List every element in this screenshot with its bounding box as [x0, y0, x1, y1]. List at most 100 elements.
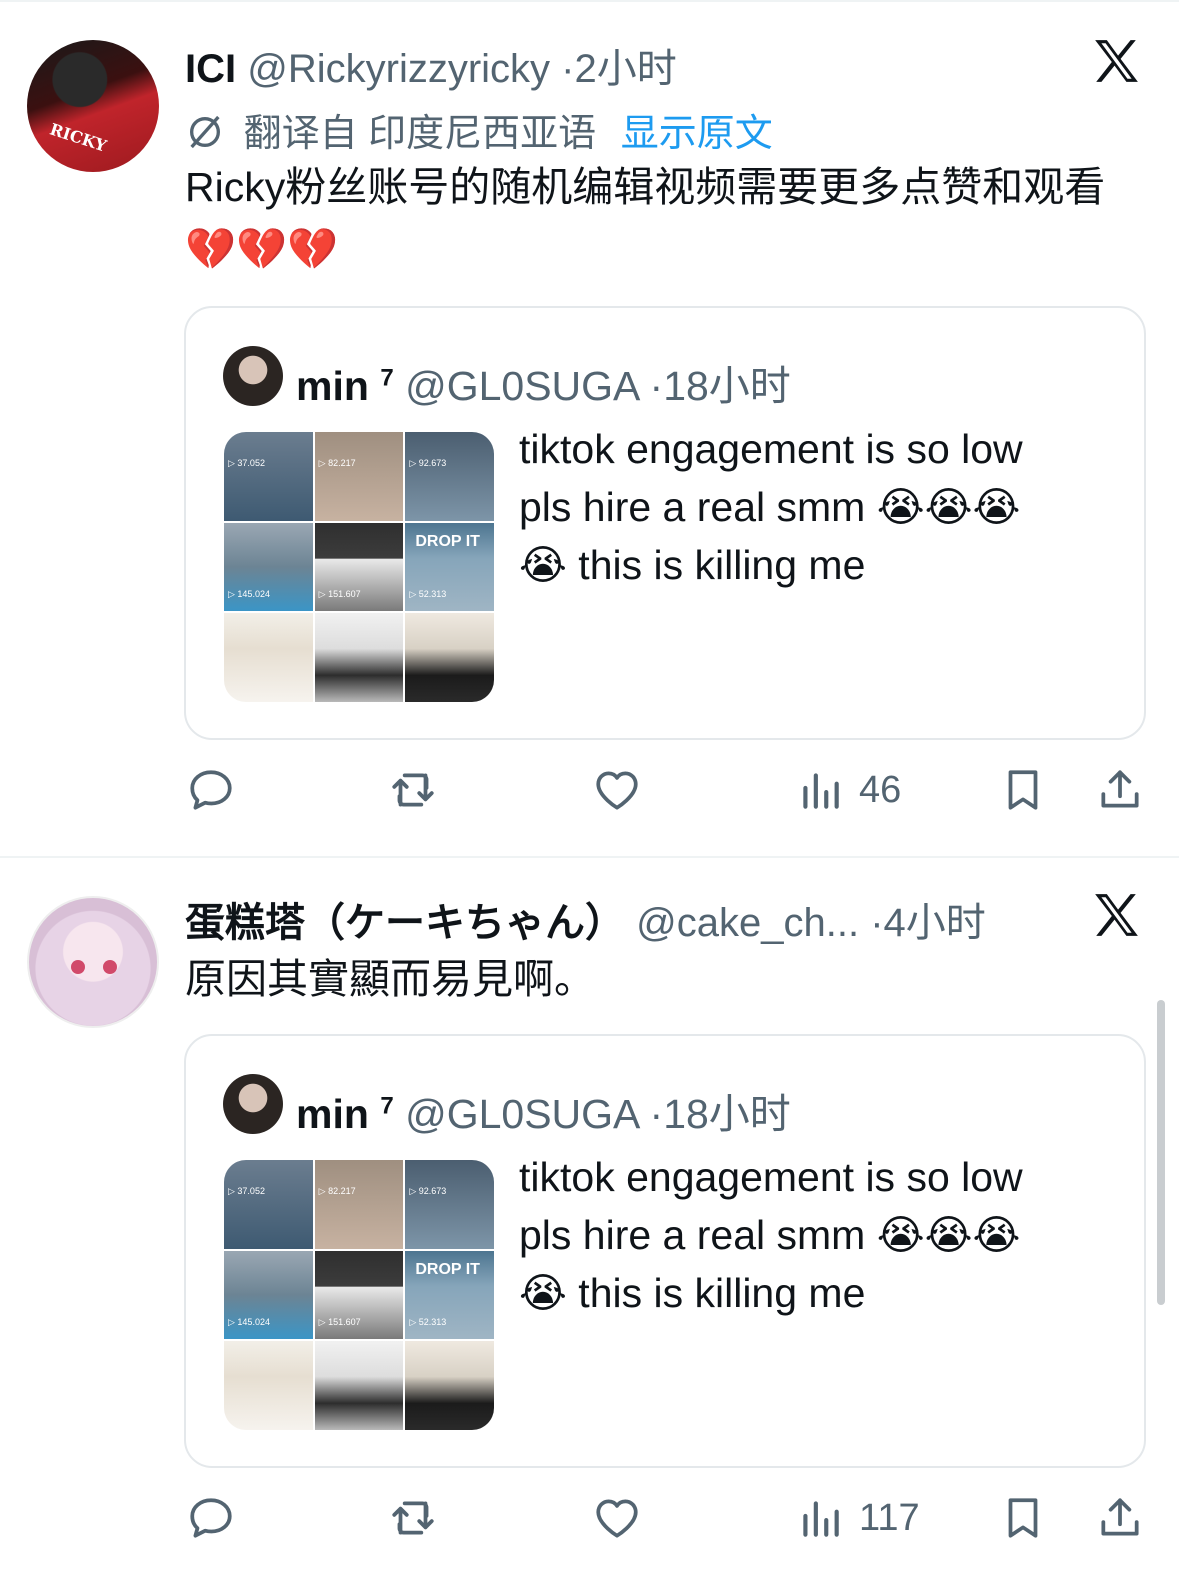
view-count: ▷ 82.217: [318, 1186, 356, 1196]
share-button[interactable]: [1095, 1488, 1145, 1548]
heart-icon: [596, 1499, 638, 1538]
action-bar: 117: [0, 1488, 1179, 1548]
quoted-handle[interactable]: @GL0SUGA: [405, 363, 638, 409]
avatar-eye: [103, 960, 117, 974]
timestamp[interactable]: 4小时: [884, 901, 986, 945]
separator-dot: ·: [649, 363, 664, 409]
views-count: 46: [859, 768, 902, 811]
reply-button[interactable]: [186, 1488, 236, 1548]
avatar-jersey-text: RICKY: [47, 119, 109, 156]
thumbnail-cell: [224, 1341, 313, 1430]
quoted-display-name[interactable]: min: [296, 363, 369, 409]
retweet-button[interactable]: [388, 1488, 438, 1548]
quoted-superscript: 7: [380, 364, 394, 392]
bookmark-icon: [1008, 770, 1038, 810]
quoted-handle[interactable]: @GL0SUGA: [405, 1091, 638, 1137]
quoted-text-line: tiktok engagement is so low: [519, 426, 1023, 472]
views-count: 117: [859, 1496, 920, 1539]
like-button[interactable]: [592, 1488, 642, 1548]
timestamp[interactable]: 2小时: [575, 47, 677, 91]
view-count: ▷ 92.673: [409, 458, 447, 468]
thumbnail-cell: ▷ 151.607: [314, 1250, 404, 1340]
thumbnail-cell: ▷ 37.052: [224, 432, 313, 521]
quoted-text-line: pls hire a real smm 😭😭😭: [519, 484, 1021, 530]
quoted-tweet[interactable]: min 7 @GL0SUGA ·18小时 ▷ 37.052 ▷ 82.217 ▷…: [184, 1034, 1146, 1468]
view-count: ▷ 145.024: [228, 1316, 270, 1327]
view-count: ▷ 52.313: [409, 1316, 447, 1327]
tweet-header: ICI @Rickyrizzyricky ·2小时: [185, 36, 677, 94]
thumbnail-cell: ▷ 82.217: [314, 1160, 404, 1249]
thumbnail-cell: DROP IT ▷ 52.313: [405, 1250, 494, 1340]
display-name[interactable]: ICI: [185, 47, 236, 91]
quoted-media-thumbnail[interactable]: ▷ 37.052 ▷ 82.217 ▷ 92.673 ▷ 145.024 ▷ 1…: [224, 432, 494, 702]
quoted-avatar[interactable]: [223, 1074, 283, 1134]
share-icon: [1101, 1498, 1139, 1536]
thumbnail-cell: [405, 613, 494, 702]
quoted-media-thumbnail[interactable]: ▷ 37.052 ▷ 82.217 ▷ 92.673 ▷ 145.024 ▷ 1…: [224, 1160, 494, 1430]
thumbnail-cell: DROP IT ▷ 52.313: [405, 522, 494, 612]
retweet-icon: [392, 773, 434, 807]
x-logo-icon[interactable]: [1091, 36, 1141, 86]
thumbnail-cell: ▷ 145.024: [224, 1250, 313, 1340]
view-count: ▷ 151.607: [318, 588, 361, 599]
avatar-eye: [71, 960, 85, 974]
thumbnail-cell: [314, 613, 404, 702]
view-count: ▷ 52.313: [409, 588, 447, 599]
quoted-tweet[interactable]: min 7 @GL0SUGA ·18小时 ▷ 37.052 ▷ 82.217 ▷…: [184, 306, 1146, 740]
tweet-text-content: Ricky粉丝账号的随机编辑视频需要更多点赞和观看: [185, 164, 1106, 210]
thumbnail-cell: [314, 1341, 404, 1430]
tweet-text: 原因其實顯而易見啊。: [185, 956, 595, 1002]
quoted-timestamp[interactable]: 18小时: [663, 363, 791, 409]
thumbnail-label: DROP IT: [415, 1260, 480, 1278]
view-count: ▷ 82.217: [318, 458, 356, 468]
share-icon: [1101, 770, 1139, 808]
display-name[interactable]: 蛋糕塔（ケーキちゃん）: [185, 901, 625, 945]
handle[interactable]: @cake_ch...: [636, 901, 859, 945]
quoted-header: min 7 @GL0SUGA ·18小时: [296, 352, 791, 412]
tweet-header: 蛋糕塔（ケーキちゃん） @cake_ch... ·4小时: [185, 890, 986, 948]
thumbnail-cell: ▷ 37.052: [224, 1160, 313, 1249]
quoted-display-name[interactable]: min: [296, 1091, 369, 1137]
share-button[interactable]: [1095, 760, 1145, 820]
show-original-link[interactable]: 显示原文: [621, 113, 773, 155]
quoted-text-line: 😭 this is killing me: [519, 1270, 866, 1316]
translation-note: 翻译自 印度尼西亚语: [243, 113, 597, 155]
views-button[interactable]: 117: [795, 1488, 920, 1548]
handle[interactable]: @Rickyrizzyricky: [247, 47, 550, 91]
thumbnail-cell: ▷ 145.024: [224, 522, 313, 612]
quoted-avatar[interactable]: [223, 346, 283, 406]
reply-button[interactable]: [186, 760, 236, 820]
views-button[interactable]: 46: [795, 760, 901, 820]
thumbnail-cell: ▷ 151.607: [314, 522, 404, 612]
view-count: ▷ 92.673: [409, 1186, 447, 1196]
tweet-text: Ricky粉丝账号的随机编辑视频需要更多点赞和观看 💔💔💔: [185, 156, 1150, 280]
heart-icon: [596, 771, 638, 810]
quoted-text-line: 😭 this is killing me: [519, 542, 866, 588]
retweet-icon: [392, 1501, 434, 1535]
separator-dot: ·: [561, 47, 575, 91]
thumbnail-label: DROP IT: [415, 532, 480, 550]
thumbnail-cell: [405, 1341, 494, 1430]
action-bar: 46: [0, 760, 1179, 820]
quoted-timestamp[interactable]: 18小时: [663, 1091, 791, 1137]
bookmark-icon: [1008, 1498, 1038, 1538]
quoted-text-line: pls hire a real smm 😭😭😭: [519, 1212, 1021, 1258]
quoted-text: tiktok engagement is so low pls hire a r…: [519, 420, 1119, 594]
quoted-text-line: tiktok engagement is so low: [519, 1154, 1023, 1200]
views-chart-icon: [803, 773, 839, 809]
tweet[interactable]: 蛋糕塔（ケーキちゃん） @cake_ch... ·4小时 原因其實顯而易見啊。 …: [0, 856, 1179, 1575]
bookmark-button[interactable]: [998, 1488, 1048, 1548]
scrollbar[interactable]: [1157, 1000, 1165, 1305]
x-logo-icon[interactable]: [1091, 890, 1141, 940]
thumbnail-cell: [224, 613, 313, 702]
avatar[interactable]: RICKY: [27, 40, 159, 172]
reply-icon: [190, 770, 232, 810]
avatar[interactable]: [27, 896, 159, 1028]
retweet-button[interactable]: [388, 760, 438, 820]
tweet[interactable]: RICKY ICI @Rickyrizzyricky ·2小时 翻译自 印度尼西…: [0, 0, 1179, 856]
quoted-text: tiktok engagement is so low pls hire a r…: [519, 1148, 1119, 1322]
quoted-header: min 7 @GL0SUGA ·18小时: [296, 1080, 791, 1140]
quoted-superscript: 7: [380, 1092, 394, 1120]
like-button[interactable]: [592, 760, 642, 820]
bookmark-button[interactable]: [998, 760, 1048, 820]
